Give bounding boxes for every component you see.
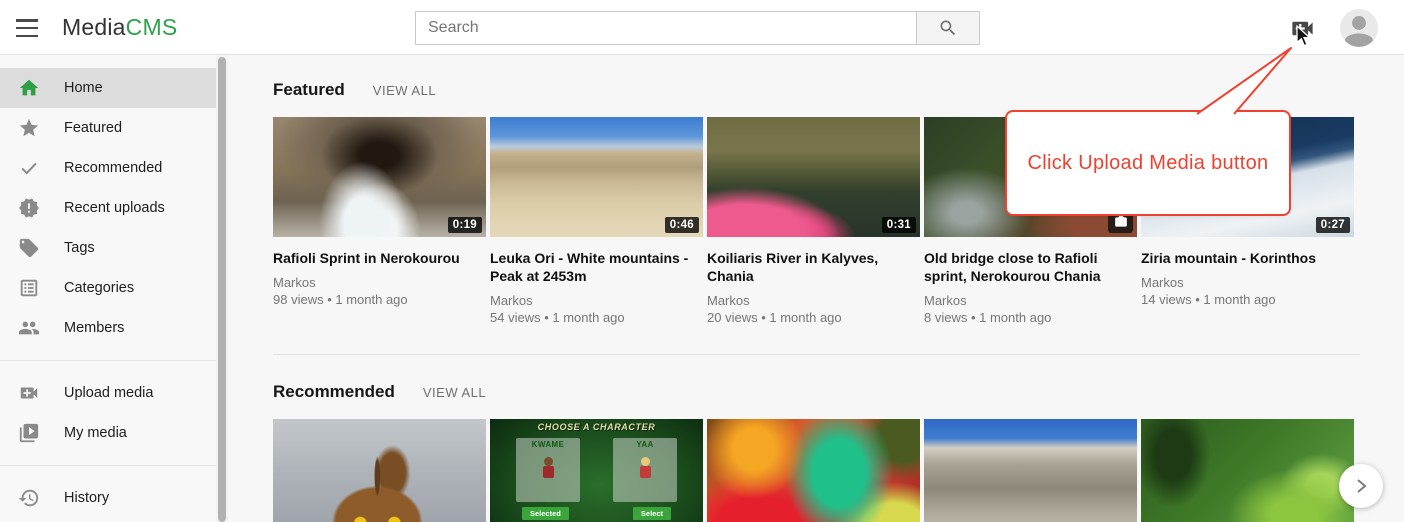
- media-card[interactable]: [924, 419, 1137, 522]
- star-icon: [18, 117, 40, 139]
- game-thumb-name-right: YAA: [613, 438, 677, 449]
- media-author: Markos: [1141, 274, 1354, 291]
- media-author: Markos: [490, 292, 703, 309]
- media-thumbnail[interactable]: CHOOSE A CHARACTER KWAME YAA Selected Select: [490, 419, 703, 522]
- sidebar-item-label: Home: [64, 80, 103, 96]
- media-meta: 54 views • 1 month ago: [490, 309, 703, 327]
- sidebar-item-my-media[interactable]: My media: [0, 413, 216, 453]
- duration-badge: 0:27: [1316, 217, 1350, 233]
- logo-media: Media: [62, 14, 126, 40]
- sidebar-item-label: Recommended: [64, 160, 162, 176]
- media-card[interactable]: [273, 419, 486, 522]
- members-icon: [18, 317, 40, 339]
- media-title: Rafioli Sprint in Nerokourou: [273, 249, 486, 267]
- media-author: Markos: [924, 292, 1137, 309]
- mouse-cursor-icon: [1295, 25, 1315, 47]
- media-card[interactable]: [1141, 419, 1354, 522]
- section-title-recommended: Recommended: [273, 382, 395, 402]
- media-meta: 8 views • 1 month ago: [924, 309, 1137, 327]
- user-avatar[interactable]: [1340, 9, 1378, 47]
- search-bar: [415, 11, 980, 45]
- video_library-icon: [18, 422, 40, 444]
- sidebar-item-members[interactable]: Members: [0, 308, 216, 348]
- sidebar-item-tags[interactable]: Tags: [0, 228, 216, 268]
- media-card[interactable]: CHOOSE A CHARACTER KWAME YAA Selected Select: [490, 419, 703, 522]
- game-thumb-panel-left: KWAME: [516, 438, 580, 502]
- media-thumbnail[interactable]: [707, 419, 920, 522]
- sidebar-scrollbar-thumb[interactable]: [218, 57, 226, 522]
- duration-badge: 0:19: [448, 217, 482, 233]
- media-card[interactable]: [707, 419, 920, 522]
- carousel-next-button[interactable]: [1339, 464, 1383, 508]
- camera-icon: [1114, 215, 1128, 229]
- tag-icon: [18, 237, 40, 259]
- media-card[interactable]: 0:46 Leuka Ori - White mountains - Peak a…: [490, 117, 703, 327]
- video_call-icon: [18, 382, 40, 404]
- person-icon: [1340, 9, 1378, 47]
- media-title: Koiliaris River in Kalyves, Chania: [707, 249, 920, 285]
- sidebar-item-recommended[interactable]: Recommended: [0, 148, 216, 188]
- media-meta: 20 views • 1 month ago: [707, 309, 920, 327]
- game-thumb-button-select: Select: [633, 507, 671, 520]
- section-recommended: Recommended VIEW ALL CHOOSE A CHARACTER K…: [273, 355, 1404, 522]
- media-title: Leuka Ori - White mountains - Peak at 24…: [490, 249, 703, 285]
- search-button[interactable]: [917, 11, 980, 45]
- view-all-featured-link[interactable]: VIEW ALL: [373, 83, 436, 98]
- media-meta: 98 views • 1 month ago: [273, 291, 486, 309]
- sidebar-item-label: Featured: [64, 120, 122, 136]
- new_releases-icon: [18, 197, 40, 219]
- media-author: Markos: [273, 274, 486, 291]
- sidebar-item-label: Tags: [64, 240, 95, 256]
- app-logo[interactable]: MediaCMS: [62, 14, 177, 41]
- duration-badge: 0:31: [882, 217, 916, 233]
- duration-badge: 0:46: [665, 217, 699, 233]
- sidebar-item-recent-uploads[interactable]: Recent uploads: [0, 188, 216, 228]
- sidebar-item-label: Recent uploads: [64, 200, 165, 216]
- media-card[interactable]: 0:19 Rafioli Sprint in Nerokourou Markos98…: [273, 117, 486, 327]
- history-icon: [18, 487, 40, 509]
- sidebar-item-categories[interactable]: Categories: [0, 268, 216, 308]
- annotation-arrow: [1190, 40, 1300, 120]
- sidebar-item-label: My media: [64, 425, 127, 441]
- media-card[interactable]: 0:31 Koiliaris River in Kalyves, Chania Ma…: [707, 117, 920, 327]
- media-thumbnail[interactable]: [924, 419, 1137, 522]
- media-thumbnail[interactable]: 0:31: [707, 117, 920, 237]
- menu-icon[interactable]: [16, 19, 38, 37]
- sidebar-divider: [0, 465, 216, 466]
- logo-cms: CMS: [126, 14, 178, 40]
- sidebar-item-featured[interactable]: Featured: [0, 108, 216, 148]
- annotation-tooltip-text: Click Upload Media button: [1028, 152, 1269, 175]
- categories-icon: [18, 277, 40, 299]
- game-thumb-panel-right: YAA: [613, 438, 677, 502]
- check-icon: [18, 157, 40, 179]
- search-icon: [938, 18, 958, 38]
- media-author: Markos: [707, 292, 920, 309]
- sidebar-item-upload-media[interactable]: Upload media: [0, 373, 216, 413]
- chevron-right-icon: [1350, 475, 1372, 497]
- media-thumbnail[interactable]: 0:19: [273, 117, 486, 237]
- sidebar-item-history[interactable]: History: [0, 478, 216, 518]
- annotation-tooltip: Click Upload Media button: [1005, 110, 1291, 216]
- game-thumb-heading: CHOOSE A CHARACTER: [490, 422, 703, 432]
- sidebar-item-label: Upload media: [64, 385, 153, 401]
- sidebar-divider: [0, 360, 216, 361]
- sidebar-item-label: Categories: [64, 280, 134, 296]
- game-thumb-button-selected: Selected: [522, 507, 569, 520]
- home-icon: [18, 77, 40, 99]
- media-thumbnail[interactable]: [1141, 419, 1354, 522]
- section-title-featured: Featured: [273, 80, 345, 100]
- media-thumbnail[interactable]: 0:46: [490, 117, 703, 237]
- media-meta: 14 views • 1 month ago: [1141, 291, 1354, 309]
- sidebar: Home Featured Recommended Recent uploads Tag…: [0, 55, 216, 522]
- sidebar-item-home[interactable]: Home: [0, 68, 216, 108]
- media-thumbnail[interactable]: [273, 419, 486, 522]
- sidebar-item-label: History: [64, 490, 109, 506]
- media-title: Old bridge close to Rafioli sprint, Nero…: [924, 249, 1137, 285]
- sidebar-item-label: Members: [64, 320, 124, 336]
- media-title: Ziria mountain - Korinthos: [1141, 249, 1354, 267]
- view-all-recommended-link[interactable]: VIEW ALL: [423, 385, 486, 400]
- search-input[interactable]: [415, 11, 917, 45]
- game-thumb-name-left: KWAME: [516, 438, 580, 449]
